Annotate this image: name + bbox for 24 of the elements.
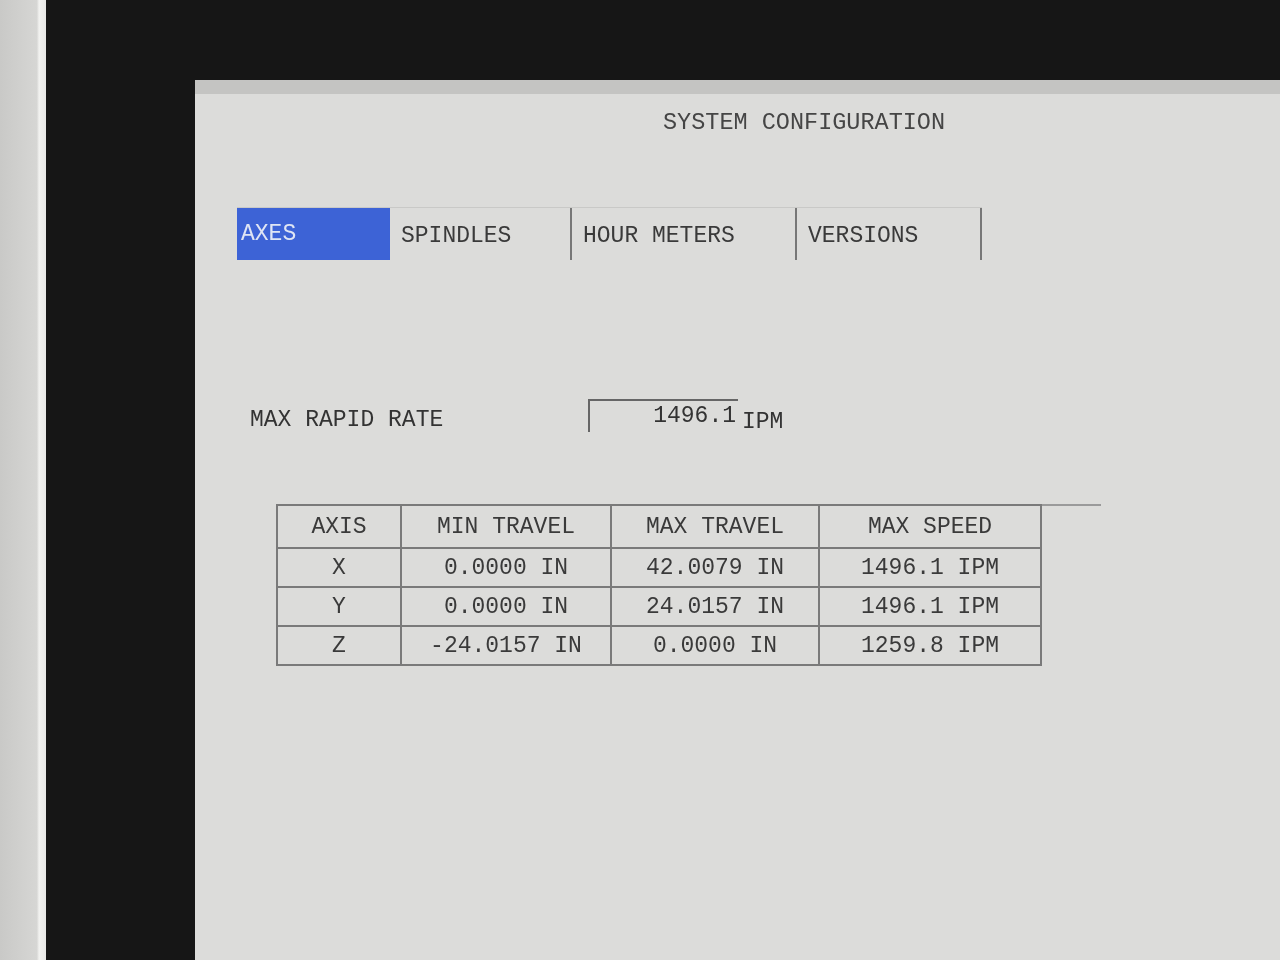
unit-label: IPM — [741, 408, 784, 437]
table-cell: -24.0157 IN — [401, 626, 611, 665]
table-cell: 1496.1 IPM — [819, 548, 1041, 587]
table-cell: 1496.1 IPM — [819, 587, 1041, 626]
tab[interactable]: VERSIONS — [797, 208, 982, 260]
field-label: MAX RAPID RATE — [250, 406, 445, 435]
table-cell: 24.0157 IN — [611, 587, 819, 626]
table-cell: 0.0000 IN — [401, 587, 611, 626]
table-cell: X — [277, 548, 401, 587]
column-header: MIN TRAVEL — [401, 505, 611, 548]
table-cell: 42.0079 IN — [611, 548, 819, 587]
tab[interactable]: HOUR METERS — [572, 208, 797, 260]
tab[interactable]: AXES — [237, 208, 390, 260]
column-header: MAX SPEED — [819, 505, 1041, 548]
tab[interactable]: SPINDLES — [390, 208, 572, 260]
column-header: MAX TRAVEL — [611, 505, 819, 548]
table-cell: 0.0000 IN — [401, 548, 611, 587]
table-cell: Z — [277, 626, 401, 665]
table-cell: 0.0000 IN — [611, 626, 819, 665]
column-header: AXIS — [277, 505, 401, 548]
table-cell: 1259.8 IPM — [819, 626, 1041, 665]
screen-title: SYSTEM CONFIGURATION — [663, 108, 946, 138]
table-cell: Y — [277, 587, 401, 626]
value-field: 1496.1 — [588, 399, 738, 432]
